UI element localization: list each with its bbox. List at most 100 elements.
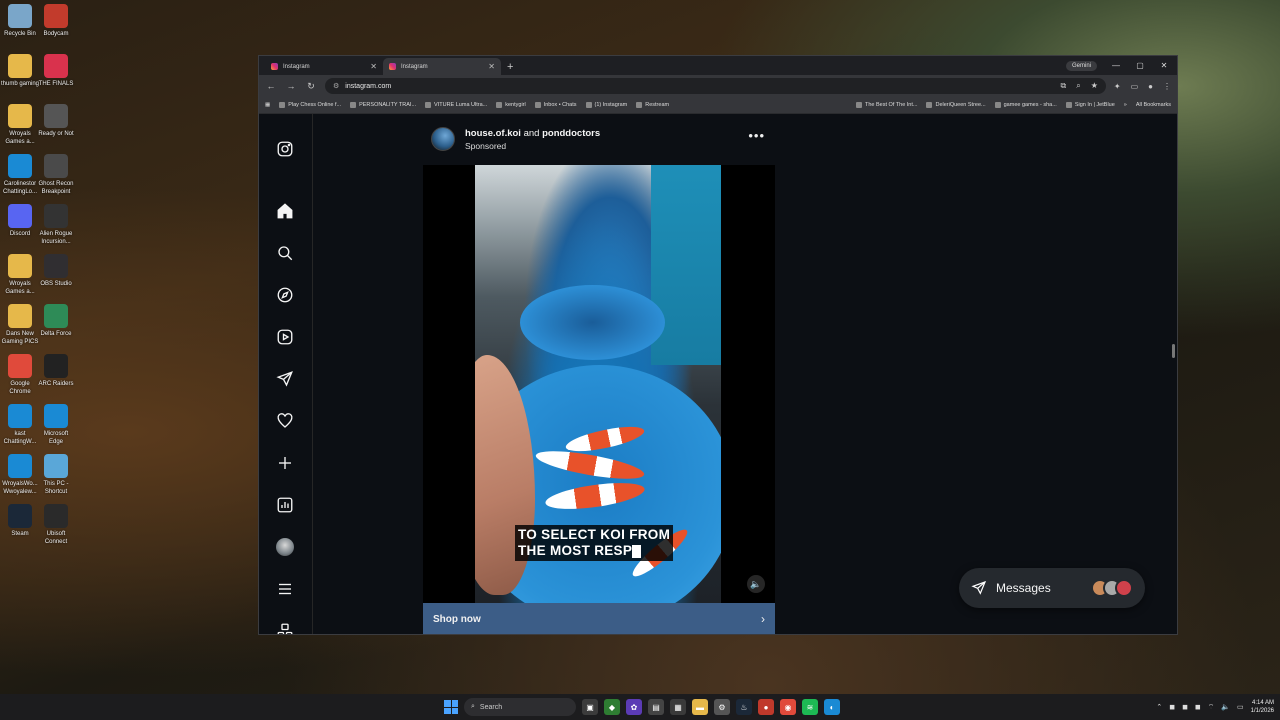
notifications-heart-icon[interactable]	[274, 410, 296, 432]
edge-icon[interactable]: ◐	[824, 699, 840, 715]
task-view-icon[interactable]: ▣	[582, 699, 598, 715]
desktop-shortcut[interactable]: Carolinestor ChattingLo...	[0, 154, 40, 196]
url-input[interactable]: ⚙ instagram.com ⧉ ⌕ ★	[325, 78, 1106, 94]
tab-instagram-1[interactable]: Instagram ✕	[265, 58, 383, 75]
taskbar-clock[interactable]: 4:14 AM 1/1/2026	[1251, 699, 1274, 715]
desktop-shortcut[interactable]: Wroyals Games a...	[0, 104, 40, 146]
desktop-shortcut[interactable]: Microsoft Edge	[36, 404, 76, 446]
search-icon[interactable]	[274, 242, 296, 264]
calculator-icon[interactable]: ▦	[670, 699, 686, 715]
more-menu-icon[interactable]	[274, 578, 296, 600]
desktop-shortcut[interactable]: kast ChattingW...	[0, 404, 40, 446]
sponsored-label[interactable]: Sponsored	[465, 141, 600, 151]
desktop-shortcut[interactable]: THE FINALS	[36, 54, 76, 88]
author-link-ponddoctors[interactable]: ponddoctors	[542, 128, 600, 139]
home-icon[interactable]	[274, 200, 296, 222]
desktop-shortcut[interactable]: Bodycam	[36, 4, 76, 38]
chrome-red-icon[interactable]: ●	[758, 699, 774, 715]
profile-avatar[interactable]	[274, 536, 296, 558]
desktop-shortcut[interactable]: ARC Raiders	[36, 354, 76, 388]
explore-icon[interactable]	[274, 284, 296, 306]
desktop-shortcut[interactable]: Discord	[0, 204, 40, 238]
bookmark-item[interactable]: VITURE Luma Ultra...	[425, 102, 487, 108]
bookmark-item[interactable]: kentygirl	[496, 102, 526, 108]
page-scrollbar[interactable]	[1172, 344, 1175, 358]
dashboard-icon[interactable]	[274, 494, 296, 516]
bookmark-item[interactable]: The Best Of The Int...	[856, 102, 917, 108]
bookmarks-overflow-icon[interactable]: »	[1124, 102, 1127, 108]
direct-messages-icon[interactable]	[274, 368, 296, 390]
desktop-shortcut[interactable]: WroyalsWo... Wwoyalew...	[0, 454, 40, 496]
desktop-shortcut[interactable]: OBS Studio	[36, 254, 76, 288]
close-tab-icon[interactable]: ✕	[370, 62, 377, 71]
desktop-shortcut[interactable]: Ready or Not	[36, 104, 76, 138]
notepad-icon[interactable]: ▤	[648, 699, 664, 715]
mute-toggle-icon[interactable]: 🔈	[747, 575, 765, 593]
tray-app-icon[interactable]: ◼	[1195, 703, 1201, 711]
spotify-icon[interactable]: ≋	[802, 699, 818, 715]
wifi-icon[interactable]: ⌔	[1208, 703, 1215, 712]
gemini-button[interactable]: Gemini	[1065, 60, 1097, 71]
steam-icon[interactable]: ♨	[736, 699, 752, 715]
desktop-shortcut[interactable]: thumb gaming	[0, 54, 40, 88]
all-bookmarks-button[interactable]: All Bookmarks	[1136, 102, 1171, 108]
maximize-icon[interactable]: ▢	[1135, 61, 1145, 70]
bookmark-item[interactable]: Play Chess Online f...	[279, 102, 341, 108]
bookmark-item[interactable]: PERSONALITY TRAI...	[350, 102, 416, 108]
shop-now-button[interactable]: Shop now ›	[423, 603, 775, 634]
create-plus-icon[interactable]	[274, 452, 296, 474]
bookmark-item[interactable]: (1) Instagram	[585, 102, 627, 108]
battery-icon[interactable]: ▭	[1237, 703, 1244, 711]
desktop-shortcut[interactable]: Steam	[0, 504, 40, 538]
tray-app-icon[interactable]: ◼	[1182, 703, 1188, 711]
desktop-shortcut[interactable]: This PC - Shortcut	[36, 454, 76, 496]
messages-button[interactable]: Messages	[959, 568, 1145, 608]
back-icon[interactable]: ←	[265, 81, 277, 91]
bookmark-item[interactable]: Sign In | JetBlue	[1065, 102, 1115, 108]
taskbar-search[interactable]: ⌕ Search	[464, 698, 576, 716]
windows-start-icon[interactable]	[444, 700, 458, 714]
nvidia-icon[interactable]: ◆	[604, 699, 620, 715]
author-link-house-of-koi[interactable]: house.of.koi	[465, 128, 521, 139]
zoom-icon[interactable]: ⌕	[1076, 81, 1080, 91]
tab-instagram-2[interactable]: Instagram ✕	[383, 58, 501, 75]
chrome-icon[interactable]: ◉	[780, 699, 796, 715]
settings-icon[interactable]: ⚙	[714, 699, 730, 715]
install-app-icon[interactable]: ⧉	[1061, 81, 1067, 91]
desktop-shortcut[interactable]: Wroyals Games a...	[0, 254, 40, 296]
close-tab-icon[interactable]: ✕	[488, 62, 495, 71]
instagram-logo-icon[interactable]	[274, 138, 296, 160]
desktop-shortcut[interactable]: Ubisoft Connect	[36, 504, 76, 546]
forward-icon[interactable]: →	[285, 81, 297, 91]
bookmark-item[interactable]: Inbox • Chats	[534, 102, 577, 108]
reels-icon[interactable]	[274, 326, 296, 348]
apps-icon[interactable]: ▦	[265, 102, 270, 108]
close-window-icon[interactable]: ✕	[1159, 61, 1169, 70]
tray-chevron-up-icon[interactable]: ⌃	[1156, 703, 1162, 711]
file-explorer-icon[interactable]: ▬	[692, 699, 708, 715]
bookmark-item[interactable]: Restream	[636, 102, 669, 108]
bookmark-item[interactable]: DeleriQueen Stree...	[926, 102, 986, 108]
reload-icon[interactable]: ↻	[305, 81, 317, 92]
tray-app-icon[interactable]: ◼	[1169, 703, 1175, 711]
profile-icon[interactable]: ●	[1148, 82, 1153, 91]
new-tab-icon[interactable]: +	[507, 58, 513, 75]
site-info-icon[interactable]: ⚙	[333, 82, 339, 90]
extensions-icon[interactable]: ✦	[1114, 82, 1121, 91]
desktop-shortcut[interactable]: Recycle Bin	[0, 4, 40, 38]
copilot-icon[interactable]: ✿	[626, 699, 642, 715]
also-from-meta-icon[interactable]	[274, 620, 296, 634]
bookmark-star-icon[interactable]: ★	[1091, 81, 1098, 91]
volume-icon[interactable]: 🔈	[1221, 703, 1230, 711]
desktop-shortcut[interactable]: Ghost Recon Breakpoint	[36, 154, 76, 196]
bookmark-item[interactable]: gamee games - sha...	[994, 102, 1057, 108]
desktop-shortcut[interactable]: Alien Rogue Incursion...	[36, 204, 76, 246]
post-video[interactable]: TO SELECT KOI FROM THE MOST RESP 🔈	[423, 165, 775, 603]
desktop-shortcut[interactable]: Google Chrome	[0, 354, 40, 396]
desktop-shortcut[interactable]: Dans New Gaming PICS	[0, 304, 40, 346]
browser-menu-icon[interactable]: ⋮	[1163, 82, 1171, 91]
sidebar-icon[interactable]: ▭	[1131, 82, 1139, 91]
desktop-shortcut[interactable]: Delta Force	[36, 304, 76, 338]
minimize-icon[interactable]: —	[1111, 61, 1121, 70]
more-options-icon[interactable]: •••	[748, 128, 765, 143]
